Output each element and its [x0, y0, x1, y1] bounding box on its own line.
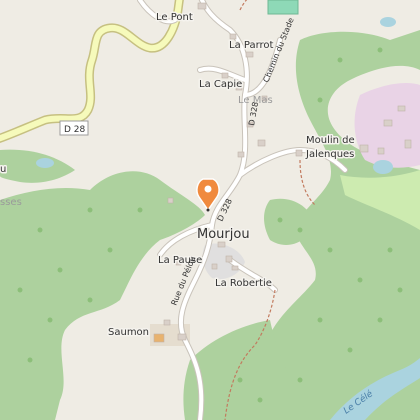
pond-east: [373, 160, 393, 174]
sports-field: [267, 0, 299, 15]
road-label-d28-shield: D 28: [59, 120, 89, 136]
map-canvas[interactable]: Le Pont La Parrot La Capie Le Mas Moulin…: [0, 0, 420, 420]
place-left-edge-2: sses: [0, 197, 22, 208]
pond-west: [36, 158, 54, 168]
place-moulin: Moulin de: [306, 135, 355, 146]
place-mourjou: Mourjou: [197, 227, 250, 242]
map-view[interactable]: Le Pont La Parrot La Capie Le Mas Moulin…: [0, 0, 420, 420]
place-saumon: Saumon: [108, 327, 149, 338]
place-la-parrot: La Parrot: [229, 40, 274, 51]
place-la-robertie: La Robertie: [215, 278, 272, 289]
place-la-capie: La Capie: [199, 79, 242, 90]
place-left-edge-1: u: [0, 164, 6, 175]
road-label-d28: D 28: [64, 125, 86, 135]
place-moulin-2: Jalenques: [305, 149, 354, 160]
pond-north-east: [380, 17, 396, 27]
place-le-pont: Le Pont: [156, 12, 193, 23]
